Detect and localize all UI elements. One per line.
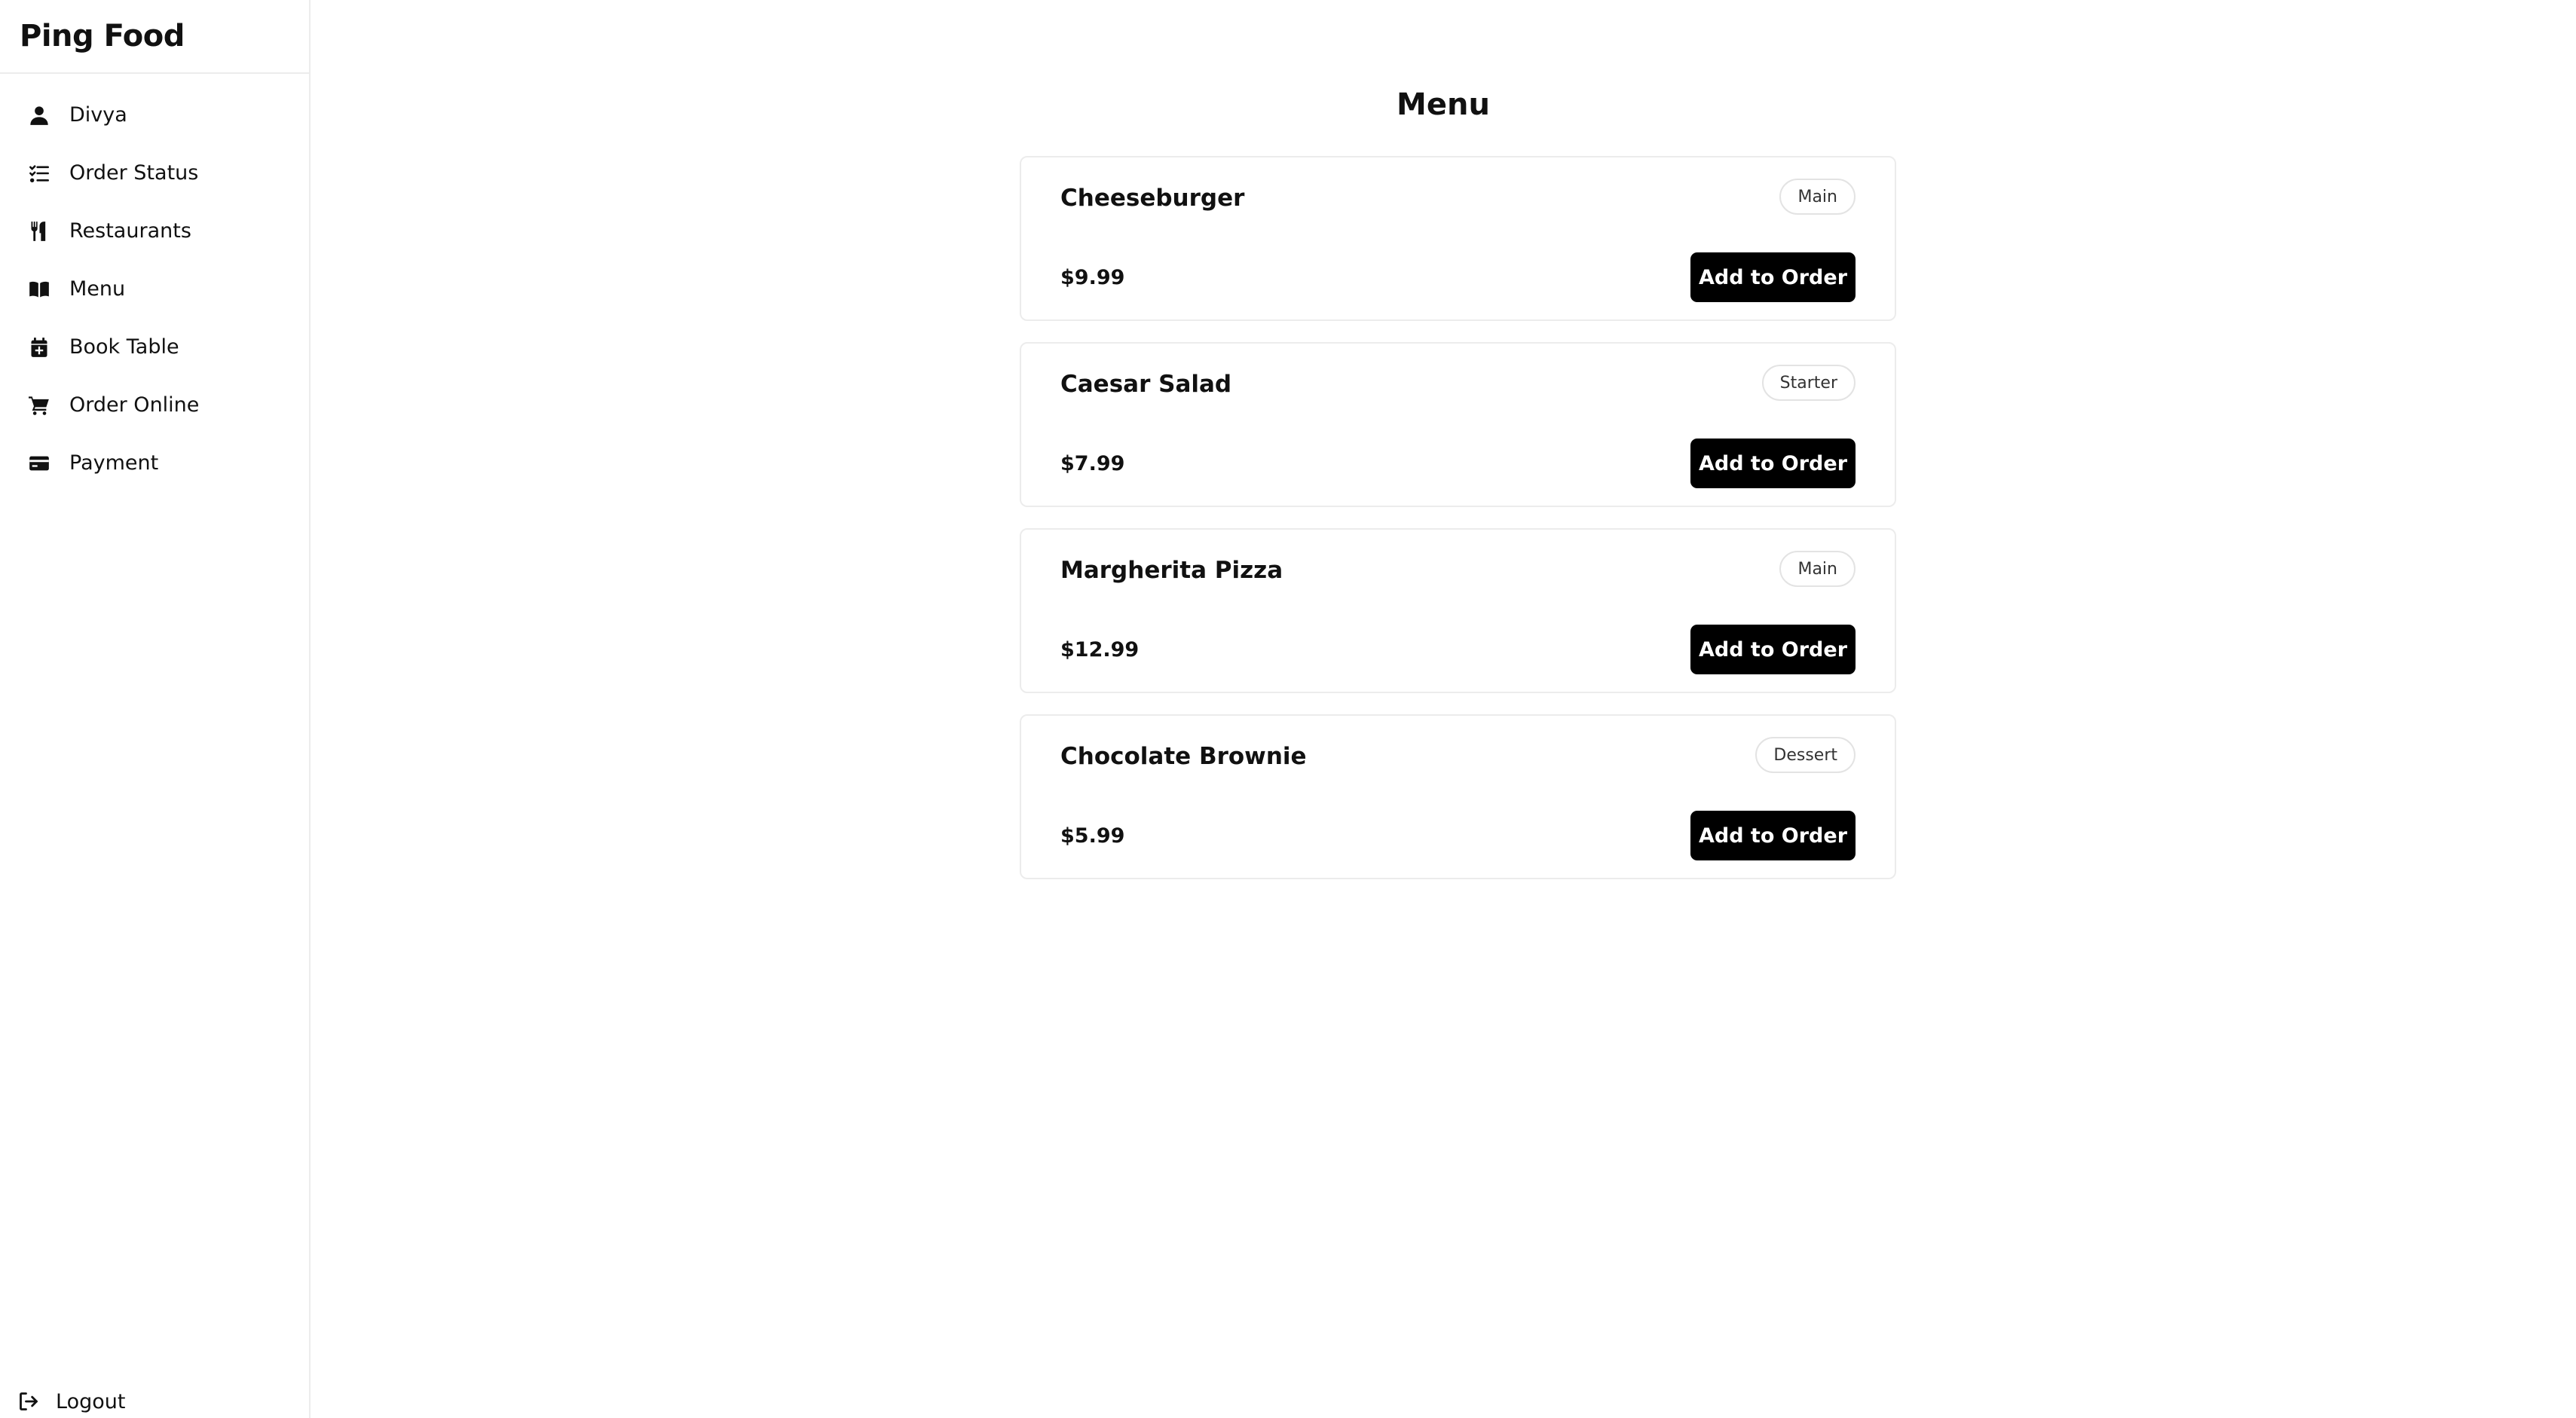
sidebar-item-label: Payment (69, 451, 159, 475)
menu-list: Cheeseburger Main $9.99 Add to Order Cae… (1020, 156, 1896, 900)
add-to-order-button[interactable]: Add to Order (1690, 252, 1856, 302)
sidebar-item-book-table[interactable]: Book Table (0, 318, 309, 376)
menu-item-name: Caesar Salad (1060, 371, 1232, 398)
sidebar-item-label: Menu (69, 277, 126, 301)
menu-item-price: $9.99 (1060, 266, 1125, 289)
menu-item-name: Chocolate Brownie (1060, 743, 1307, 770)
menu-item-price: $5.99 (1060, 824, 1125, 848)
user-icon (29, 105, 50, 126)
menu-item-price: $7.99 (1060, 452, 1125, 475)
sidebar-item-label: Order Online (69, 393, 200, 417)
logout-button[interactable]: Logout (18, 1383, 125, 1418)
menu-item-name: Cheeseburger (1060, 185, 1245, 212)
sidebar-nav: Divya Order Status Restaurants Menu Book… (0, 74, 309, 492)
sidebar-item-payment[interactable]: Payment (0, 434, 309, 492)
logout-label: Logout (56, 1389, 126, 1413)
logout-icon (18, 1391, 39, 1412)
sidebar-item-label: Divya (69, 103, 127, 127)
menu-item-card: Chocolate Brownie Dessert $5.99 Add to O… (1020, 714, 1896, 879)
sidebar-item-label: Order Status (69, 161, 199, 185)
book-open-icon (29, 279, 50, 300)
menu-item-card: Caesar Salad Starter $7.99 Add to Order (1020, 342, 1896, 507)
app-root: Ping Food Divya Order Status Restaurants… (0, 0, 2576, 1418)
sidebar-item-order-status[interactable]: Order Status (0, 144, 309, 202)
sidebar-item-menu[interactable]: Menu (0, 260, 309, 318)
main-content: Menu Cheeseburger Main $9.99 Add to Orde… (311, 0, 2576, 1418)
sidebar-item-order-online[interactable]: Order Online (0, 376, 309, 434)
menu-item-price: $12.99 (1060, 638, 1140, 662)
add-to-order-button[interactable]: Add to Order (1690, 625, 1856, 674)
sidebar-item-label: Book Table (69, 335, 179, 359)
sidebar-item-label: Restaurants (69, 219, 191, 243)
credit-card-icon (29, 453, 50, 474)
add-to-order-button[interactable]: Add to Order (1690, 811, 1856, 860)
calendar-plus-icon (29, 337, 50, 358)
category-badge: Dessert (1755, 737, 1856, 773)
page-title: Menu (1397, 87, 1490, 122)
utensils-icon (29, 221, 50, 242)
menu-item-card: Cheeseburger Main $9.99 Add to Order (1020, 156, 1896, 321)
category-badge: Main (1779, 551, 1856, 587)
menu-item-name: Margherita Pizza (1060, 557, 1283, 584)
sidebar-item-restaurants[interactable]: Restaurants (0, 202, 309, 260)
category-badge: Main (1779, 179, 1856, 215)
brand-logo[interactable]: Ping Food (0, 0, 309, 74)
sidebar-item-profile[interactable]: Divya (0, 86, 309, 144)
list-check-icon (29, 163, 50, 184)
menu-item-card: Margherita Pizza Main $12.99 Add to Orde… (1020, 528, 1896, 693)
category-badge: Starter (1761, 365, 1856, 401)
cart-icon (29, 395, 50, 416)
add-to-order-button[interactable]: Add to Order (1690, 439, 1856, 488)
sidebar: Ping Food Divya Order Status Restaurants… (0, 0, 311, 1418)
